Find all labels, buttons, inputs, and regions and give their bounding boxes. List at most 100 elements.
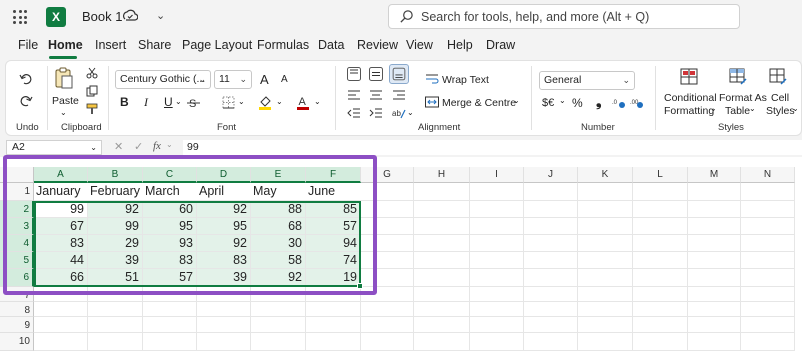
cell-styles-icon[interactable] <box>769 68 787 85</box>
decrease-decimal-icon[interactable]: .00 <box>630 96 644 109</box>
select-all-corner[interactable] <box>0 167 34 183</box>
cell-i2[interactable] <box>470 201 524 218</box>
cell-a10[interactable] <box>34 333 88 351</box>
cell-g9[interactable] <box>361 317 414 333</box>
cell-g6[interactable] <box>361 269 414 287</box>
number-format-select[interactable]: General ⌄ <box>539 71 635 90</box>
app-launcher-icon[interactable] <box>13 10 27 24</box>
tab-data[interactable]: Data <box>318 38 344 52</box>
cell-g3[interactable] <box>361 218 414 235</box>
chevron-down-icon[interactable]: ⌄ <box>238 97 245 106</box>
cell-n5[interactable] <box>741 252 795 269</box>
cell-a9[interactable] <box>34 317 88 333</box>
tab-help[interactable]: Help <box>447 38 473 52</box>
column-header-h[interactable]: H <box>414 167 470 183</box>
cell-a6[interactable]: 66 <box>34 269 88 287</box>
cell-f5[interactable]: 74 <box>306 252 361 269</box>
cell-d1[interactable]: April <box>197 183 251 201</box>
tab-view[interactable]: View <box>406 38 433 52</box>
chevron-down-icon[interactable]: ⌄ <box>166 140 173 149</box>
column-header-k[interactable]: K <box>578 167 633 183</box>
cell-i8[interactable] <box>470 302 524 317</box>
conditional-formatting-icon[interactable] <box>680 68 698 85</box>
cell-b6[interactable]: 51 <box>88 269 143 287</box>
chevron-down-icon[interactable]: ⌄ <box>792 104 799 113</box>
row-header-5[interactable]: 5 <box>0 252 34 269</box>
cell-k4[interactable] <box>578 235 633 252</box>
align-bottom-icon[interactable] <box>389 64 409 84</box>
tab-review[interactable]: Review <box>357 38 398 52</box>
row-header-10[interactable]: 10 <box>0 333 34 351</box>
tab-page-layout[interactable]: Page Layout <box>182 38 252 52</box>
cell-i1[interactable] <box>470 183 524 201</box>
cell-k2[interactable] <box>578 201 633 218</box>
cell-j8[interactable] <box>524 302 578 317</box>
cell-c8[interactable] <box>143 302 197 317</box>
tab-formulas[interactable]: Formulas <box>257 38 309 52</box>
cell-m2[interactable] <box>688 201 741 218</box>
cell-d5[interactable]: 83 <box>197 252 251 269</box>
cell-k5[interactable] <box>578 252 633 269</box>
cell-f8[interactable] <box>306 302 361 317</box>
cell-e10[interactable] <box>251 333 306 351</box>
cell-c1[interactable]: March <box>143 183 197 201</box>
search-input[interactable]: Search for tools, help, and more (Alt + … <box>388 4 740 29</box>
cell-m6[interactable] <box>688 269 741 287</box>
percent-button[interactable]: % <box>572 96 583 110</box>
cell-j1[interactable] <box>524 183 578 201</box>
cell-f1[interactable]: June <box>306 183 361 201</box>
cell-n2[interactable] <box>741 201 795 218</box>
cell-l2[interactable] <box>633 201 688 218</box>
cell-j2[interactable] <box>524 201 578 218</box>
cell-e7[interactable] <box>251 287 306 302</box>
cell-b9[interactable] <box>88 317 143 333</box>
conditional-formatting-label[interactable]: Formatting <box>664 105 714 117</box>
format-as-table-icon[interactable] <box>729 68 747 85</box>
cell-a2[interactable]: 99 <box>34 201 88 218</box>
cell-m10[interactable] <box>688 333 741 351</box>
fill-color-icon[interactable] <box>258 94 272 110</box>
chevron-down-icon[interactable]: ⌄ <box>314 97 321 106</box>
cell-l10[interactable] <box>633 333 688 351</box>
cell-styles-button[interactable]: Cell <box>771 92 789 104</box>
column-header-n[interactable]: N <box>741 167 795 183</box>
align-right-icon[interactable] <box>392 89 406 101</box>
tab-insert[interactable]: Insert <box>95 38 126 52</box>
cell-e1[interactable]: May <box>251 183 306 201</box>
align-top-icon[interactable] <box>347 67 361 81</box>
cell-b10[interactable] <box>88 333 143 351</box>
cell-f7[interactable] <box>306 287 361 302</box>
cell-b8[interactable] <box>88 302 143 317</box>
cell-f2[interactable]: 85 <box>306 201 361 218</box>
column-header-j[interactable]: J <box>524 167 578 183</box>
row-header-9[interactable]: 9 <box>0 317 34 333</box>
cell-n3[interactable] <box>741 218 795 235</box>
cell-d8[interactable] <box>197 302 251 317</box>
cell-h7[interactable] <box>414 287 470 302</box>
cell-f6[interactable]: 19 <box>306 269 361 287</box>
shrink-font-button[interactable]: A <box>281 74 288 85</box>
font-color-icon[interactable]: A <box>296 94 310 110</box>
cell-e2[interactable]: 88 <box>251 201 306 218</box>
borders-icon[interactable] <box>222 96 235 109</box>
cell-e8[interactable] <box>251 302 306 317</box>
cell-k6[interactable] <box>578 269 633 287</box>
tab-draw[interactable]: Draw <box>486 38 515 52</box>
merge-center-icon[interactable] <box>425 96 439 108</box>
chevron-down-icon[interactable]: ⌄ <box>513 96 520 105</box>
cell-c4[interactable]: 93 <box>143 235 197 252</box>
chevron-down-icon[interactable]: ⌄ <box>156 9 165 22</box>
cell-l5[interactable] <box>633 252 688 269</box>
chevron-down-icon[interactable]: ⌄ <box>175 97 182 106</box>
increase-indent-icon[interactable] <box>369 107 383 119</box>
cell-e9[interactable] <box>251 317 306 333</box>
decrease-indent-icon[interactable] <box>347 107 361 119</box>
cell-b7[interactable] <box>88 287 143 302</box>
chevron-down-icon[interactable]: ⌄ <box>710 104 717 113</box>
cell-g1[interactable] <box>361 183 414 201</box>
column-header-e[interactable]: E <box>251 167 306 183</box>
cancel-icon[interactable]: ✕ <box>114 140 123 153</box>
row-header-7[interactable]: 7 <box>0 287 34 302</box>
cell-m5[interactable] <box>688 252 741 269</box>
cell-d6[interactable]: 39 <box>197 269 251 287</box>
